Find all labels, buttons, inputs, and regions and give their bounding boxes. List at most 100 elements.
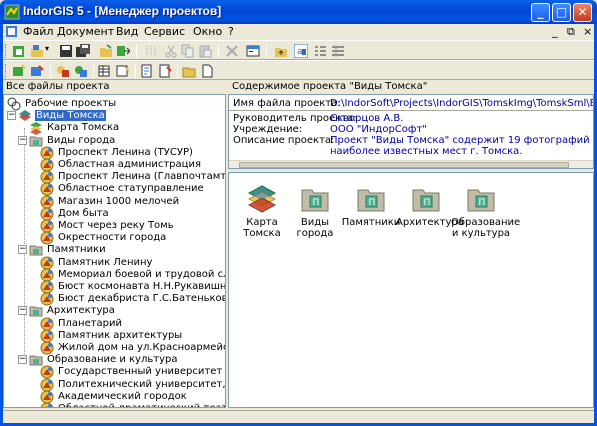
info-horizontal-scrollbar[interactable] — [229, 160, 593, 168]
menu-help[interactable]: ? — [228, 25, 234, 38]
edit-table-icon[interactable] — [116, 64, 130, 78]
details-view-icon[interactable] — [331, 44, 345, 58]
description-line-1: Проект "Виды Томска" содержит 19 фотогра… — [330, 135, 590, 146]
tree-collapse-toggle[interactable]: − — [7, 111, 16, 121]
tree-node-label: Государственный университет — [58, 366, 223, 378]
tree-collapse-toggle[interactable]: − — [18, 245, 27, 255]
svg-text:П: П — [424, 198, 431, 208]
toolbar-grip[interactable] — [5, 44, 8, 58]
tree-node-label: Памятник архитектуры — [58, 329, 183, 341]
new-folder-icon[interactable] — [182, 64, 196, 78]
add-layer-icon[interactable] — [12, 64, 26, 78]
menu-window[interactable]: Окно — [193, 25, 222, 38]
add-image-icon[interactable] — [56, 64, 70, 78]
new-document-icon[interactable] — [200, 64, 214, 78]
svg-text:П: П — [313, 198, 320, 208]
manager-value: Скворцов А.В. — [330, 113, 404, 124]
project-contents-icons[interactable]: Карта Томска П Виды города П Памятники П … — [228, 172, 594, 408]
organization-value: ООО "ИндорСофт" — [330, 124, 427, 135]
organization-label: Учреждение: — [233, 124, 303, 135]
tree-collapse-toggle[interactable]: − — [18, 306, 27, 316]
project-info-panel: Имя файла проекта: D:\IndorSoft\Projects… — [228, 94, 594, 169]
svg-text:П: П — [369, 198, 376, 208]
up-folder-icon[interactable] — [274, 44, 288, 58]
secondary-toolbar — [3, 60, 594, 80]
edit-layer-icon[interactable] — [30, 64, 44, 78]
tree-node-label: Областное статуправление — [58, 183, 204, 195]
project-tree[interactable]: Рабочие проекты Виды Томска − Карта Томска В… — [3, 94, 226, 408]
mdi-close-button[interactable]: × — [583, 25, 592, 38]
toolbar-separator — [266, 44, 267, 58]
tree-node-label: Бюст космонавта Н.Н.Рукавишникова — [58, 281, 226, 292]
chevron-down-icon[interactable]: ▾ — [45, 44, 49, 53]
save-all-icon[interactable] — [76, 44, 90, 58]
tree-collapse-toggle[interactable]: − — [18, 355, 27, 365]
tree-node-label: Мемориал боевой и трудовой славы — [58, 268, 225, 280]
save-icon[interactable] — [59, 44, 73, 58]
tree-node-label: Магазин 1000 мелочей — [58, 195, 180, 207]
icon-item-city-views[interactable]: П Виды города — [285, 183, 345, 239]
mdi-restore-button[interactable]: ⧉ — [567, 25, 575, 39]
new-project-icon[interactable] — [12, 44, 26, 58]
folder-icon: П — [301, 189, 329, 212]
main-toolbar: ▾ a — [3, 40, 594, 60]
tree-node-label: Политехнический университет, 1 корпус — [58, 378, 226, 390]
toolbar-separator — [93, 64, 94, 78]
add-report-icon[interactable] — [140, 64, 154, 78]
open-project-icon[interactable] — [30, 44, 44, 58]
tree-node-label: Бюст декабриста Г.С.Батенькова — [58, 293, 226, 305]
tree-node-label: Областной драматический театр — [57, 403, 225, 407]
file-name-value: D:\IndorSoft\Projects\IndorGIS\TomskImg\… — [330, 98, 594, 109]
scrollbar-thumb[interactable] — [239, 162, 569, 168]
window-title: IndorGIS 5 - [Менеджер проектов] — [23, 4, 222, 18]
maximize-button[interactable]: □ — [552, 3, 571, 22]
tree-node-label: Областная администрация — [58, 159, 201, 170]
menu-view[interactable]: Вид — [116, 25, 138, 38]
icon-item-education[interactable]: П Образование и культура — [451, 183, 520, 239]
menu-service[interactable]: Сервис — [144, 25, 185, 38]
folder-open-icon[interactable] — [99, 44, 113, 58]
icon-item-monuments[interactable]: П Памятники — [341, 183, 401, 228]
tree-collapse-toggle[interactable]: − — [18, 135, 27, 145]
icon-label: Карта Томска — [243, 217, 281, 239]
menu-file[interactable]: Файл — [23, 25, 53, 38]
export-icon[interactable] — [116, 44, 130, 58]
menu-document[interactable]: Документ — [57, 25, 114, 38]
list-view-icon[interactable] — [313, 44, 327, 58]
indorgis-app-icon[interactable] — [4, 4, 20, 20]
file-name-label: Имя файла проекта: — [233, 98, 341, 109]
layers-icon — [247, 185, 277, 213]
title-bar[interactable]: IndorGIS 5 - [Менеджер проектов] _ □ ✕ — [0, 0, 597, 24]
edit-image-icon[interactable] — [74, 64, 88, 78]
tree-node-label: Проспект Ленина (Главпочтамт) — [58, 171, 226, 183]
cut-icon[interactable] — [164, 44, 178, 58]
paste-icon[interactable] — [198, 44, 212, 58]
left-panel-header: Все файлы проекта — [3, 80, 226, 94]
tree-node-label: Архитектура — [47, 305, 115, 317]
copy-icon[interactable] — [181, 44, 195, 58]
lasso-icon[interactable] — [144, 44, 158, 58]
add-table-icon[interactable] — [98, 64, 112, 78]
toolbar-separator — [136, 44, 137, 58]
photo-icon — [40, 402, 54, 407]
info-divider — [229, 110, 593, 111]
close-button[interactable]: ✕ — [573, 3, 592, 22]
icon-item-map[interactable]: Карта Томска — [232, 183, 292, 239]
mdi-minimize-button[interactable]: _ — [552, 25, 558, 38]
menu-bar: Файл Документ Вид Сервис Окно ? _ ⧉ × — [3, 24, 594, 40]
tree-node-label: Образование и культура — [47, 354, 178, 366]
large-icons-view-icon[interactable]: a — [294, 44, 308, 58]
tree-node-label: Карта Томска — [47, 122, 120, 134]
svg-text:П: П — [479, 198, 486, 208]
icon-label: Архитектура — [396, 217, 464, 228]
toolbar-grip[interactable] — [5, 64, 8, 78]
folder-icon: П — [467, 189, 495, 212]
tree-node-label: Проспект Ленина (ТУСУР) — [58, 146, 193, 158]
tree-node-label: Памятник Ленину — [58, 256, 153, 268]
document-icon[interactable] — [5, 25, 18, 38]
delete-icon[interactable] — [225, 44, 239, 58]
edit-report-icon[interactable] — [158, 64, 172, 78]
icon-item-architecture[interactable]: П Архитектура — [396, 183, 464, 228]
properties-icon[interactable] — [246, 44, 260, 58]
minimize-button[interactable]: _ — [531, 3, 550, 22]
